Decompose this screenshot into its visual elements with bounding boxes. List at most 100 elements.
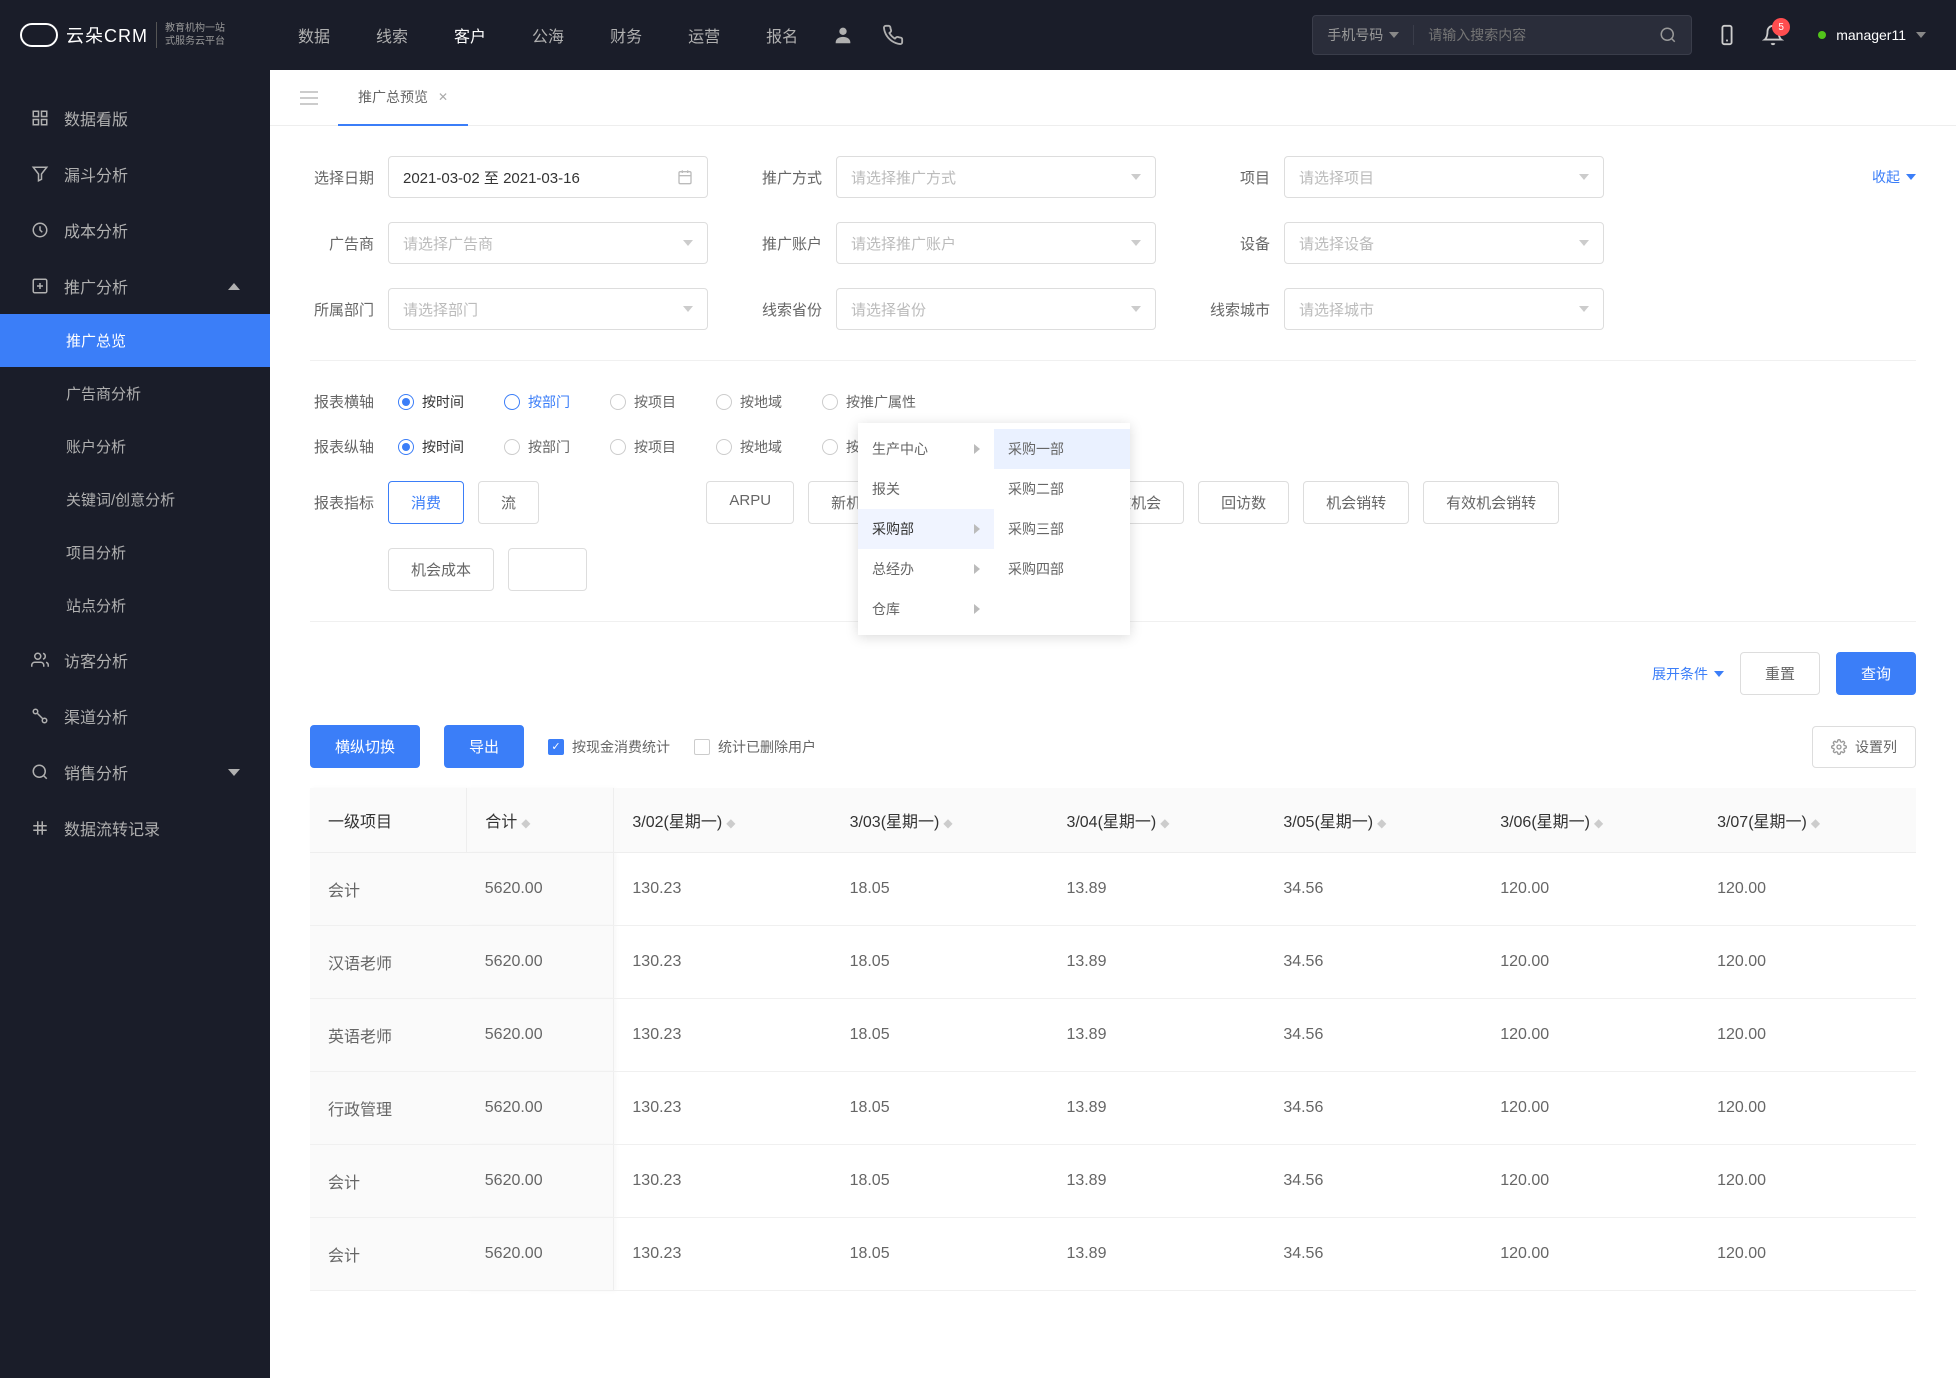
- radio-按项目[interactable]: 按项目: [610, 392, 676, 412]
- col-3/03(星期一)[interactable]: 3/03(星期一)◆: [832, 788, 1049, 853]
- metric-回访数[interactable]: 回访数: [1198, 481, 1289, 524]
- cascade-item-采购一部[interactable]: 采购一部: [994, 429, 1130, 469]
- query-button[interactable]: 查询: [1836, 652, 1916, 695]
- table-row: 汉语老师5620.00130.2318.0513.8934.56120.0012…: [310, 926, 1916, 999]
- cascade-col-2: 采购一部采购二部采购三部采购四部: [994, 423, 1130, 635]
- sort-icon: ◆: [1594, 816, 1603, 830]
- prov-select[interactable]: 请选择省份: [836, 288, 1156, 330]
- cascade-item-生产中心[interactable]: 生产中心: [858, 429, 994, 469]
- metric-机会销转[interactable]: 机会销转: [1303, 481, 1409, 524]
- reset-button[interactable]: 重置: [1740, 652, 1820, 695]
- cascade-item-采购四部[interactable]: 采购四部: [994, 549, 1130, 589]
- export-button[interactable]: 导出: [444, 725, 524, 768]
- filter-row-2: 广告商请选择广告商 推广账户请选择推广账户 设备请选择设备: [310, 222, 1916, 264]
- sidebar-label: 数据看版: [64, 106, 128, 130]
- radio-label: 按项目: [634, 392, 676, 412]
- cascade-item-仓库[interactable]: 仓库: [858, 589, 994, 629]
- metric-机会成本[interactable]: 机会成本: [388, 548, 494, 591]
- method-select[interactable]: 请选择推广方式: [836, 156, 1156, 198]
- search-button[interactable]: [1645, 26, 1691, 44]
- nav-数据[interactable]: 数据: [290, 15, 338, 55]
- sidebar-label: 项目分析: [66, 542, 126, 563]
- sidebar-item-销售分析[interactable]: 销售分析: [0, 744, 270, 800]
- nav-公海[interactable]: 公海: [524, 15, 572, 55]
- radio-按地域[interactable]: 按地域: [716, 437, 782, 457]
- device-icon[interactable]: [1716, 22, 1738, 48]
- sidebar-item-推广总览[interactable]: 推广总览: [0, 314, 270, 367]
- metric-消费[interactable]: 消费: [388, 481, 464, 524]
- radio-按时间[interactable]: 按时间: [398, 392, 464, 412]
- radio-按部门[interactable]: 按部门: [504, 392, 570, 412]
- metric-流[interactable]: 流: [478, 481, 539, 524]
- col-3/06(星期一)[interactable]: 3/06(星期一)◆: [1482, 788, 1699, 853]
- project-select[interactable]: 请选择项目: [1284, 156, 1604, 198]
- nav-运营[interactable]: 运营: [680, 15, 728, 55]
- radio-按部门[interactable]: 按部门: [504, 437, 570, 457]
- nav-财务[interactable]: 财务: [602, 15, 650, 55]
- collapse-button[interactable]: 收起: [1872, 167, 1916, 187]
- col-3/04(星期一)[interactable]: 3/04(星期一)◆: [1048, 788, 1265, 853]
- radio-按推广属性[interactable]: 按推广属性: [822, 392, 916, 412]
- cell: 13.89: [1048, 1072, 1265, 1145]
- sidebar-item-关键词/创意分析[interactable]: 关键词/创意分析: [0, 473, 270, 526]
- switch-button[interactable]: 横纵切换: [310, 725, 420, 768]
- sidebar-item-账户分析[interactable]: 账户分析: [0, 420, 270, 473]
- expand-conditions[interactable]: 展开条件: [1652, 664, 1724, 684]
- search-type-select[interactable]: 手机号码: [1313, 25, 1414, 45]
- sidebar-item-数据流转记录[interactable]: 数据流转记录: [0, 800, 270, 856]
- main-content: 推广总预览 ✕ 选择日期 2021-03-02 至 2021-03-16 推广方…: [270, 70, 1956, 1378]
- table-toolbar: 横纵切换 导出 ✓ 按现金消费统计 统计已删除用户 设置列: [310, 725, 1916, 768]
- metric-有效机会销转[interactable]: 有效机会销转: [1423, 481, 1559, 524]
- cascade-item-报关[interactable]: 报关: [858, 469, 994, 509]
- col-3/07(星期一)[interactable]: 3/07(星期一)◆: [1699, 788, 1916, 853]
- cash-stats-checkbox[interactable]: ✓ 按现金消费统计: [548, 737, 670, 757]
- phone-icon[interactable]: [880, 22, 906, 48]
- metric-hidden-1[interactable]: [508, 548, 587, 591]
- user-menu[interactable]: manager11: [1818, 27, 1926, 43]
- bell-icon[interactable]: 5: [1762, 24, 1784, 46]
- dept-select[interactable]: 请选择部门: [388, 288, 708, 330]
- sidebar-item-项目分析[interactable]: 项目分析: [0, 526, 270, 579]
- logo[interactable]: 云朵CRM 教育机构一站式服务云平台: [0, 16, 270, 54]
- col-3/05(星期一)[interactable]: 3/05(星期一)◆: [1265, 788, 1482, 853]
- sidebar-item-推广分析[interactable]: 推广分析: [0, 258, 270, 314]
- column-settings-button[interactable]: 设置列: [1812, 726, 1916, 768]
- col-一级项目[interactable]: 一级项目: [310, 788, 467, 853]
- chevron-down-icon: [1579, 240, 1589, 246]
- sidebar-item-数据看版[interactable]: 数据看版: [0, 90, 270, 146]
- city-select[interactable]: 请选择城市: [1284, 288, 1604, 330]
- close-icon[interactable]: ✕: [438, 90, 448, 104]
- sidebar-label: 推广总览: [66, 330, 126, 351]
- sidebar-item-渠道分析[interactable]: 渠道分析: [0, 688, 270, 744]
- date-range-input[interactable]: 2021-03-02 至 2021-03-16: [388, 156, 708, 198]
- nav-客户[interactable]: 客户: [446, 15, 494, 55]
- radio-按时间[interactable]: 按时间: [398, 437, 464, 457]
- sidebar-item-站点分析[interactable]: 站点分析: [0, 579, 270, 632]
- col-3/02(星期一)[interactable]: 3/02(星期一)◆: [614, 788, 832, 853]
- sidebar-item-访客分析[interactable]: 访客分析: [0, 632, 270, 688]
- cascade-item-采购二部[interactable]: 采购二部: [994, 469, 1130, 509]
- tab-promo-overview[interactable]: 推广总预览 ✕: [338, 70, 468, 126]
- col-合计[interactable]: 合计◆: [467, 788, 614, 853]
- deleted-users-checkbox[interactable]: 统计已删除用户: [694, 737, 816, 757]
- radio-按地域[interactable]: 按地域: [716, 392, 782, 412]
- sidebar-item-成本分析[interactable]: 成本分析: [0, 202, 270, 258]
- chevron-down-icon: [1714, 671, 1724, 677]
- user-icon[interactable]: [830, 22, 856, 48]
- sidebar-item-漏斗分析[interactable]: 漏斗分析: [0, 146, 270, 202]
- cell: 130.23: [614, 1145, 832, 1218]
- search-input[interactable]: [1414, 27, 1645, 43]
- sidebar-item-广告商分析[interactable]: 广告商分析: [0, 367, 270, 420]
- menu-toggle-icon[interactable]: [280, 91, 338, 105]
- cascade-item-采购三部[interactable]: 采购三部: [994, 509, 1130, 549]
- device-select[interactable]: 请选择设备: [1284, 222, 1604, 264]
- header: 云朵CRM 教育机构一站式服务云平台 数据线索客户公海财务运营报名 手机号码: [0, 0, 1956, 70]
- cascade-item-总经办[interactable]: 总经办: [858, 549, 994, 589]
- metric-ARPU[interactable]: ARPU: [706, 481, 794, 524]
- nav-报名[interactable]: 报名: [758, 15, 806, 55]
- acc-select[interactable]: 请选择推广账户: [836, 222, 1156, 264]
- radio-按项目[interactable]: 按项目: [610, 437, 676, 457]
- nav-线索[interactable]: 线索: [368, 15, 416, 55]
- adv-select[interactable]: 请选择广告商: [388, 222, 708, 264]
- cascade-item-采购部[interactable]: 采购部: [858, 509, 994, 549]
